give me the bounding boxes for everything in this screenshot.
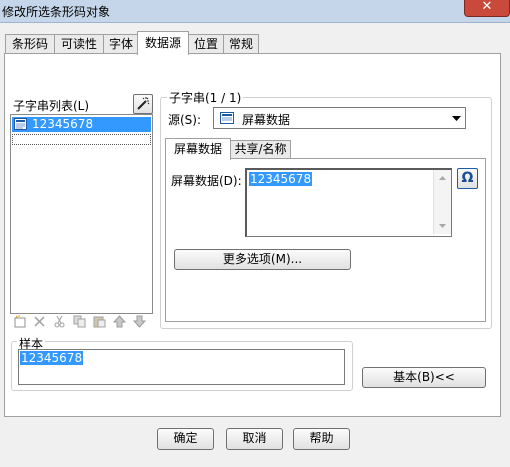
insert-special-char-button[interactable]: Ω <box>457 168 478 189</box>
substring-list[interactable]: 12345678 <box>10 114 153 314</box>
subtab-shared-name[interactable]: 共享/名称 <box>230 140 291 159</box>
more-options-label: 更多选项(M)... <box>222 252 303 266</box>
subtab-label: 屏幕数据 <box>173 142 222 156</box>
window-title: 修改所选条形码对象 <box>2 5 111 19</box>
list-item-text: 12345678 <box>32 117 94 131</box>
dropdown-arrow-icon <box>452 116 461 121</box>
subtab-screen-data[interactable]: 屏幕数据 <box>165 138 231 160</box>
close-button[interactable]: ✕ <box>464 0 510 17</box>
copy-icon[interactable] <box>72 315 87 328</box>
magic-wand-icon <box>137 97 150 110</box>
substring-group-label: 子字串(1 / 1) <box>167 89 244 106</box>
tab-label: 字体 <box>108 37 133 51</box>
tab-label: 可读性 <box>60 37 97 51</box>
basic-toggle-button[interactable]: 基本(B)<< <box>362 367 486 388</box>
sample-text: 12345678 <box>20 351 84 365</box>
basic-toggle-label: 基本(B)<< <box>393 370 455 384</box>
source-select-value: 屏幕数据 <box>242 113 291 127</box>
tab-data-source[interactable]: 数据源 <box>137 31 189 55</box>
tab-label: 常规 <box>228 37 253 51</box>
paste-icon[interactable] <box>92 315 107 328</box>
move-up-icon[interactable] <box>112 315 127 328</box>
screen-data-text: 12345678 <box>249 172 313 186</box>
cancel-button[interactable]: 取消 <box>226 428 283 450</box>
screen-data-icon <box>220 112 234 124</box>
help-label: 帮助 <box>309 431 334 445</box>
cancel-label: 取消 <box>242 431 267 445</box>
delete-icon[interactable] <box>32 315 47 328</box>
screen-data-label: 屏幕数据(D): <box>171 174 242 188</box>
tab-general[interactable]: 常规 <box>223 34 259 54</box>
scroll-up-icon <box>439 176 446 180</box>
tab-label: 条形码 <box>11 37 48 51</box>
screen-data-textarea[interactable]: 12345678 <box>245 168 452 237</box>
dialog-window: 修改所选条形码对象 ✕ 条形码 可读性 字体 数据源 位置 常规 子字串列表(L… <box>0 0 510 467</box>
more-options-button[interactable]: 更多选项(M)... <box>174 249 351 270</box>
source-label: 源(S): <box>168 113 202 127</box>
wizard-button[interactable] <box>133 94 153 114</box>
substring-list-label: 子字串列表(L) <box>13 99 90 113</box>
tab-barcode[interactable]: 条形码 <box>5 34 55 54</box>
tab-position[interactable]: 位置 <box>188 34 224 54</box>
tab-font[interactable]: 字体 <box>103 34 139 54</box>
tab-label: 数据源 <box>144 36 181 50</box>
close-icon: ✕ <box>481 0 493 14</box>
textarea-scrollbar[interactable] <box>433 170 451 234</box>
text-item-icon <box>14 118 27 130</box>
tab-label: 位置 <box>193 37 218 51</box>
list-item[interactable]: 12345678 <box>12 117 151 132</box>
title-bar: 修改所选条形码对象 <box>0 0 510 23</box>
empty-list-slot[interactable] <box>12 134 151 145</box>
ok-label: 确定 <box>173 431 198 445</box>
ok-button[interactable]: 确定 <box>157 428 214 450</box>
move-down-icon[interactable] <box>132 315 147 328</box>
screen-data-pane: 屏幕数据(D): 12345678 Ω 更多选项(M)... <box>165 158 486 322</box>
data-source-panel: 子字串列表(L) 12345678 子字串(1 / 1) 源(S): 屏幕数据 … <box>4 53 501 417</box>
help-button[interactable]: 帮助 <box>293 428 350 450</box>
source-select[interactable]: 屏幕数据 <box>213 107 466 129</box>
tab-readability[interactable]: 可读性 <box>54 34 104 54</box>
omega-icon: Ω <box>461 170 474 186</box>
sample-preview: 12345678 <box>18 349 345 385</box>
cut-icon[interactable] <box>52 315 67 328</box>
new-item-icon[interactable] <box>12 315 27 328</box>
subtab-label: 共享/名称 <box>234 142 287 156</box>
scroll-down-icon <box>439 224 446 228</box>
